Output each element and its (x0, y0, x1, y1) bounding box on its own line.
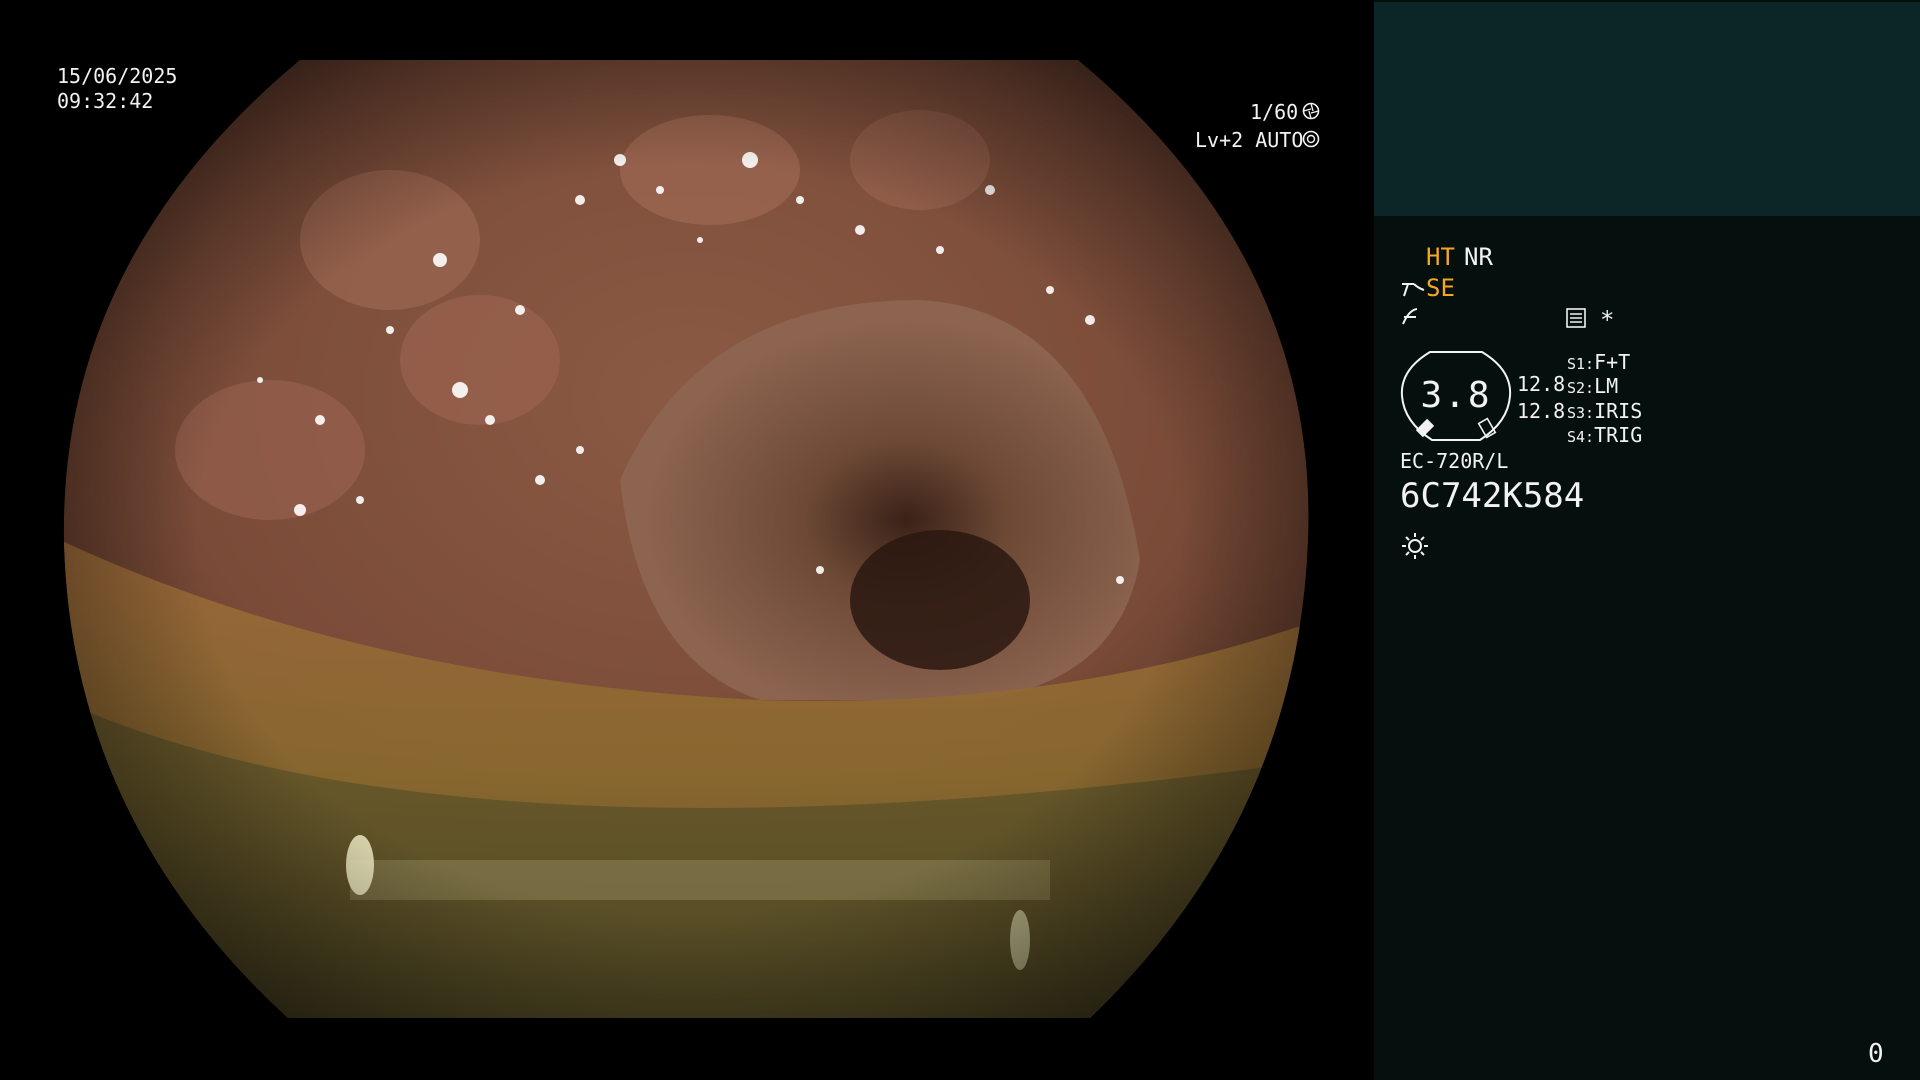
switch-s1: S1:F+T (1567, 350, 1630, 376)
level-auto-text: Lv+2 AUTO (1195, 128, 1304, 152)
tool-icon (1402, 283, 1425, 297)
brightness-icon (1402, 533, 1428, 559)
auto-iris-icon (1302, 130, 1320, 148)
endoscope-video-area: 15/06/2025 09:32:42 1/60 Lv+2 AUTO (0, 0, 1374, 1080)
switch-label: S3: (1567, 404, 1595, 422)
switch-label: S4: (1567, 428, 1595, 446)
endoscope-image (63, 60, 1309, 1018)
shutter-speed-text: 1/60 (1250, 100, 1299, 124)
switch-s2: S2:LM (1567, 374, 1618, 400)
switch-s3: S3:IRIS (1567, 399, 1642, 425)
shutter-icon (1302, 102, 1320, 120)
gauge-value: 3.8 (1420, 375, 1492, 416)
left-value-1: 12.8 (1517, 372, 1566, 396)
structure-icon (1402, 308, 1418, 325)
star-indicator: * (1600, 306, 1615, 334)
switch-value: TRIG (1594, 423, 1643, 447)
switch-s4: S4:TRIG (1567, 423, 1642, 449)
info-panel: HT NR SE * 3.8 12.8 12.8 S1:F+T S2:LM S3… (1374, 0, 1920, 1080)
scope-serial: 6C742K584 (1400, 476, 1585, 516)
date-text: 15/06/2025 (57, 64, 178, 88)
switch-value: F+T (1594, 350, 1631, 374)
scope-model: EC-720R/L (1400, 449, 1509, 473)
ht-indicator: HT (1426, 243, 1455, 271)
gauge: 3.8 (1400, 350, 1512, 442)
switch-value: IRIS (1594, 399, 1643, 423)
menu-card-icon (1566, 308, 1586, 328)
frame-counter: 0 (1868, 1039, 1884, 1069)
nr-indicator: NR (1464, 243, 1493, 271)
panel-header-block (1374, 2, 1920, 216)
switch-label: S1: (1567, 355, 1595, 373)
time-text: 09:32:42 (57, 89, 154, 113)
left-value-2: 12.8 (1517, 399, 1566, 423)
se-indicator: SE (1426, 274, 1455, 302)
switch-label: S2: (1567, 379, 1595, 397)
switch-value: LM (1594, 374, 1619, 398)
